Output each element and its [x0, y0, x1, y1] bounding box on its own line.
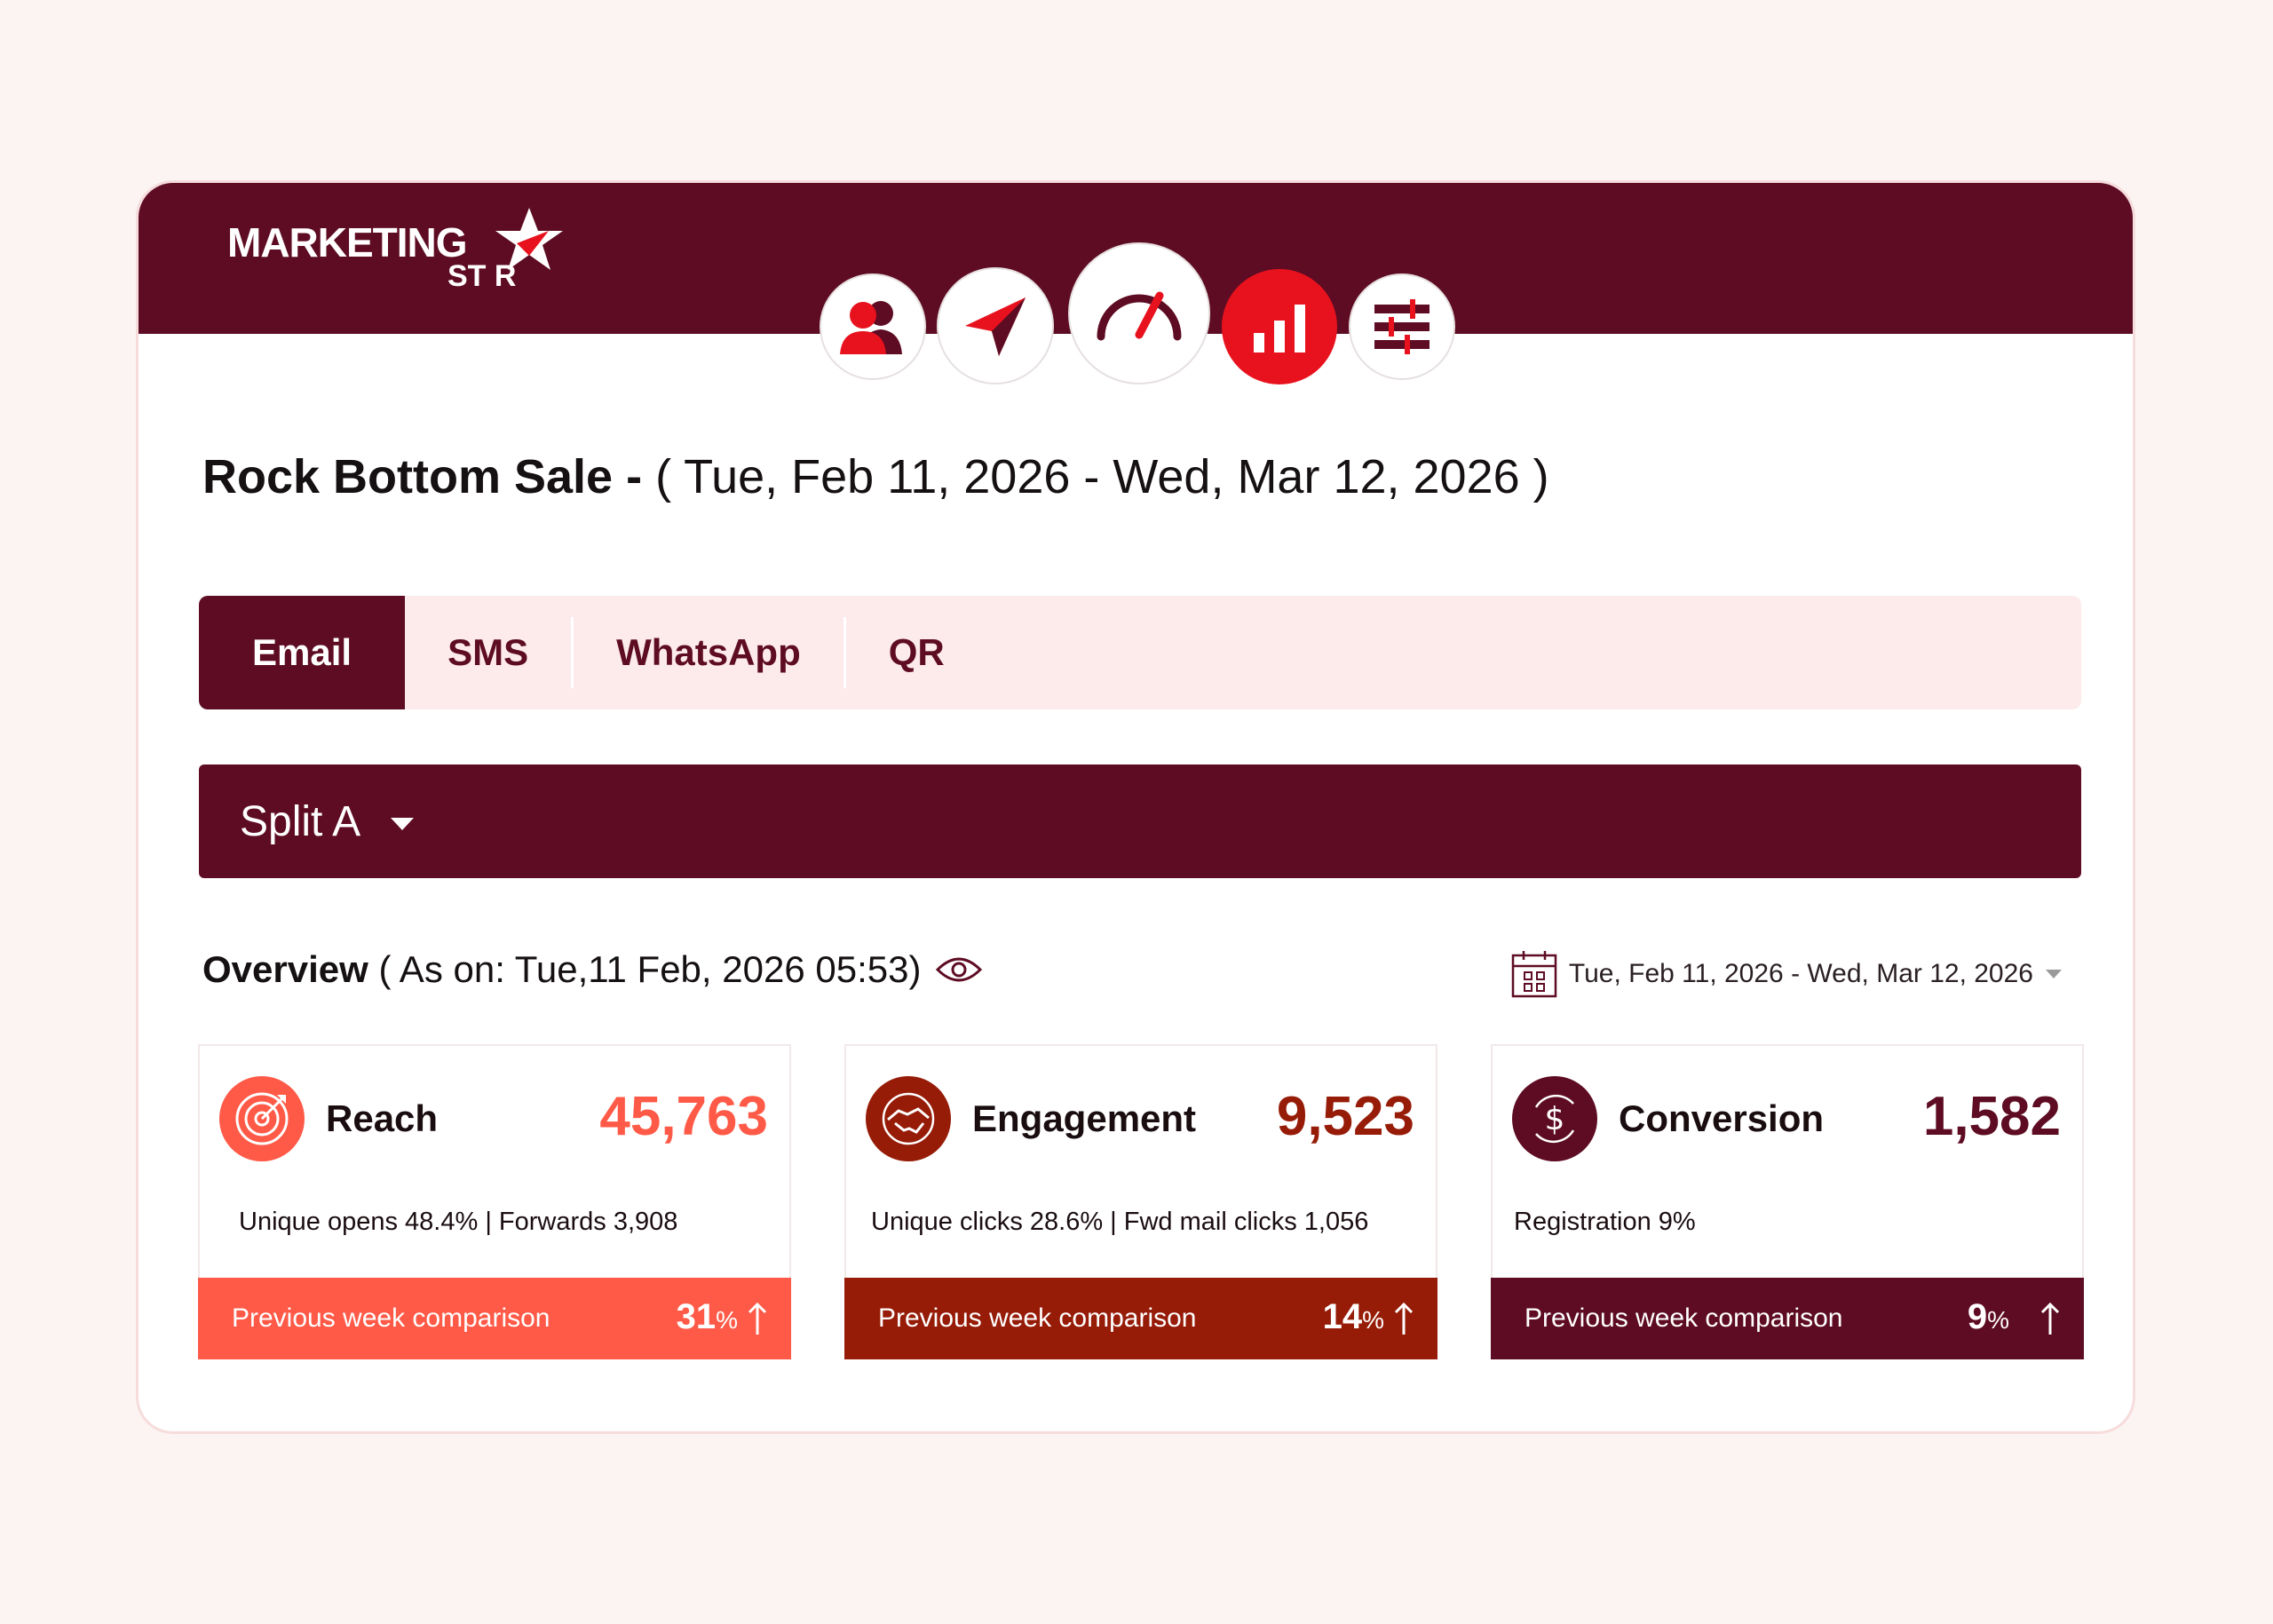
campaign-title: Rock Bottom Sale - ( Tue, Feb 11, 2026 -…	[202, 449, 1549, 504]
metric-header: Reach	[219, 1076, 438, 1161]
metric-value: 9,523	[1276, 1086, 1414, 1147]
metric-footer: Previous week comparison 14%	[844, 1278, 1437, 1359]
audience-icon	[840, 301, 902, 354]
overview-label: Overview	[202, 948, 368, 990]
comparison-unit: %	[1362, 1306, 1384, 1334]
campaign-range: ( Tue, Feb 11, 2026 - Wed, Mar 12, 2026 …	[655, 450, 1549, 503]
nav-settings-button[interactable]	[1349, 273, 1455, 380]
nav-speedometer-button[interactable]	[1068, 242, 1210, 384]
overview-heading: Overview ( As on: Tue,11 Feb, 2026 05:53…	[202, 948, 983, 991]
overview-as-on: ( As on: Tue,11 Feb, 2026 05:53)	[378, 948, 922, 990]
send-icon	[965, 297, 1026, 356]
target-icon	[235, 1092, 289, 1145]
dashboard-card: MARKETING ST R Rock Bottom Sale - (Tue,…	[136, 180, 2135, 1434]
svg-text:$: $	[1545, 1101, 1565, 1137]
comparison-unit: %	[716, 1306, 738, 1334]
handshake-icon	[882, 1092, 935, 1145]
campaign-name: Rock Bottom Sale -	[202, 450, 643, 503]
metric-value: 1,582	[1922, 1086, 2061, 1147]
metric-icon-badge	[219, 1076, 305, 1161]
comparison-label: Previous week comparison	[878, 1303, 1197, 1333]
metric-subtext: Registration 9%	[1514, 1208, 1696, 1236]
eye-icon[interactable]	[935, 954, 983, 986]
comparison-value: 31%	[677, 1297, 738, 1337]
tab-sms-label: SMS	[447, 631, 529, 673]
metric-header: Engagement	[866, 1076, 1196, 1161]
metric-card-engagement: Engagement 9,523 Unique clicks 28.6% | F…	[844, 1044, 1437, 1359]
tab-qr-label: QR	[888, 631, 945, 673]
date-range-value: Tue, Feb 11, 2026 - Wed, Mar 12, 2026	[1568, 959, 2033, 988]
comparison-label: Previous week comparison	[1525, 1303, 1843, 1333]
metric-card-conversion: $ Conversion 1,582 Registration 9% Previ…	[1491, 1044, 2084, 1359]
comparison-number: 9	[1967, 1297, 1988, 1336]
nav-send-button[interactable]	[937, 267, 1054, 384]
split-selected-label: Split A	[240, 797, 361, 845]
comparison-value: 9%	[1968, 1297, 2009, 1337]
metric-name: Engagement	[972, 1097, 1197, 1139]
metric-footer: Previous week comparison 31%	[198, 1278, 791, 1359]
tab-whatsapp[interactable]: WhatsApp	[574, 596, 843, 709]
comparison-value: 14%	[1323, 1297, 1384, 1337]
metric-value: 45,763	[599, 1086, 768, 1147]
comparison-number: 31	[676, 1297, 717, 1336]
channel-tabs: Email SMS WhatsApp QR	[199, 596, 2081, 709]
dollar-icon: $	[1534, 1094, 1575, 1144]
brand-logo: MARKETING ST R	[227, 208, 563, 291]
metric-icon-badge	[866, 1076, 951, 1161]
tab-email-label: Email	[252, 631, 352, 673]
chevron-down-icon	[391, 818, 415, 830]
sliders-icon	[1374, 299, 1430, 354]
split-selector[interactable]: Split A	[199, 764, 2081, 878]
tab-whatsapp-label: WhatsApp	[616, 631, 801, 673]
nav-analytics-button[interactable]	[1222, 269, 1337, 384]
arrow-up-icon	[2040, 1302, 2060, 1335]
comparison-label: Previous week comparison	[232, 1303, 550, 1333]
comparison-unit: %	[1987, 1306, 2009, 1334]
metric-name: Reach	[326, 1097, 439, 1139]
metric-header: $ Conversion	[1512, 1076, 1824, 1161]
arrow-up-icon	[1394, 1302, 1414, 1335]
tab-sms[interactable]: SMS	[405, 596, 571, 709]
metric-subtext: Unique opens 48.4% | Forwards 3,908	[239, 1208, 678, 1236]
arrow-up-icon	[748, 1302, 767, 1335]
nav-audience-button[interactable]	[820, 273, 926, 380]
speedometer-icon	[1097, 291, 1182, 341]
bar-chart-icon	[1254, 305, 1305, 353]
brand-line-1: MARKETING	[227, 219, 468, 265]
metric-icon-badge: $	[1512, 1076, 1597, 1161]
chevron-down-icon	[2046, 970, 2062, 978]
tab-email[interactable]: Email	[199, 596, 406, 709]
metric-subtext: Unique clicks 28.6% | Fwd mail clicks 1,…	[871, 1208, 1369, 1236]
comparison-number: 14	[1322, 1297, 1363, 1336]
metric-footer: Previous week comparison 9%	[1491, 1278, 2084, 1359]
tab-qr[interactable]: QR	[846, 596, 987, 709]
metric-name: Conversion	[1619, 1097, 1825, 1139]
calendar-icon	[1511, 951, 1557, 998]
metric-card-reach: Reach 45,763 Unique opens 48.4% | Forwar…	[198, 1044, 791, 1359]
date-range-filter[interactable]: Tue, Feb 11, 2026 - Wed, Mar 12, 2026	[1510, 948, 2062, 1000]
star-icon	[495, 208, 563, 270]
